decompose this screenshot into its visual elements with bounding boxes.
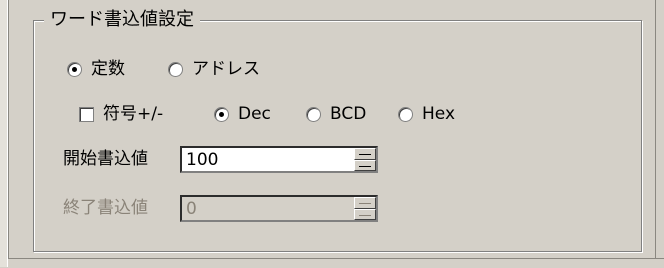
start-value-field[interactable] [180, 146, 378, 173]
constant-radio[interactable]: 定数 [67, 57, 125, 81]
radio-circle-checked[interactable] [214, 106, 229, 122]
address-label: アドレス [192, 59, 260, 79]
radio-circle[interactable] [398, 106, 413, 122]
start-value-label: 開始書込値 [63, 149, 148, 169]
end-value-row: 終了書込値 [63, 196, 148, 220]
dec-radio[interactable]: Dec [214, 102, 271, 126]
left-frame [0, 0, 9, 267]
end-value-spinner [354, 197, 376, 220]
hex-label: Hex [422, 104, 456, 124]
spin-down-button[interactable] [354, 159, 376, 171]
bcd-label: BCD [330, 104, 367, 124]
spin-down-button [354, 208, 376, 220]
signed-checkbox[interactable]: 符号+/- [79, 102, 163, 126]
right-frame [655, 0, 664, 258]
address-radio[interactable]: アドレス [168, 57, 260, 81]
dec-label: Dec [238, 104, 271, 124]
bcd-radio[interactable]: BCD [306, 102, 366, 126]
checkbox-box[interactable] [79, 106, 94, 122]
end-value-input [182, 197, 350, 220]
end-value-label: 終了書込値 [63, 198, 148, 218]
spin-up-button [354, 197, 376, 209]
start-value-spinner[interactable] [354, 148, 376, 171]
radio-circle[interactable] [306, 106, 321, 122]
spin-up-button[interactable] [354, 148, 376, 160]
hex-radio[interactable]: Hex [398, 102, 455, 126]
start-value-input[interactable] [182, 148, 350, 171]
start-value-row: 開始書込値 [63, 147, 148, 171]
radio-circle-checked[interactable] [67, 61, 82, 77]
end-value-field [180, 195, 378, 222]
radio-circle[interactable] [168, 61, 183, 77]
constant-label: 定数 [91, 59, 125, 79]
groupbox-title: ワード書込値設定 [44, 7, 200, 33]
signed-label: 符号+/- [103, 104, 164, 124]
